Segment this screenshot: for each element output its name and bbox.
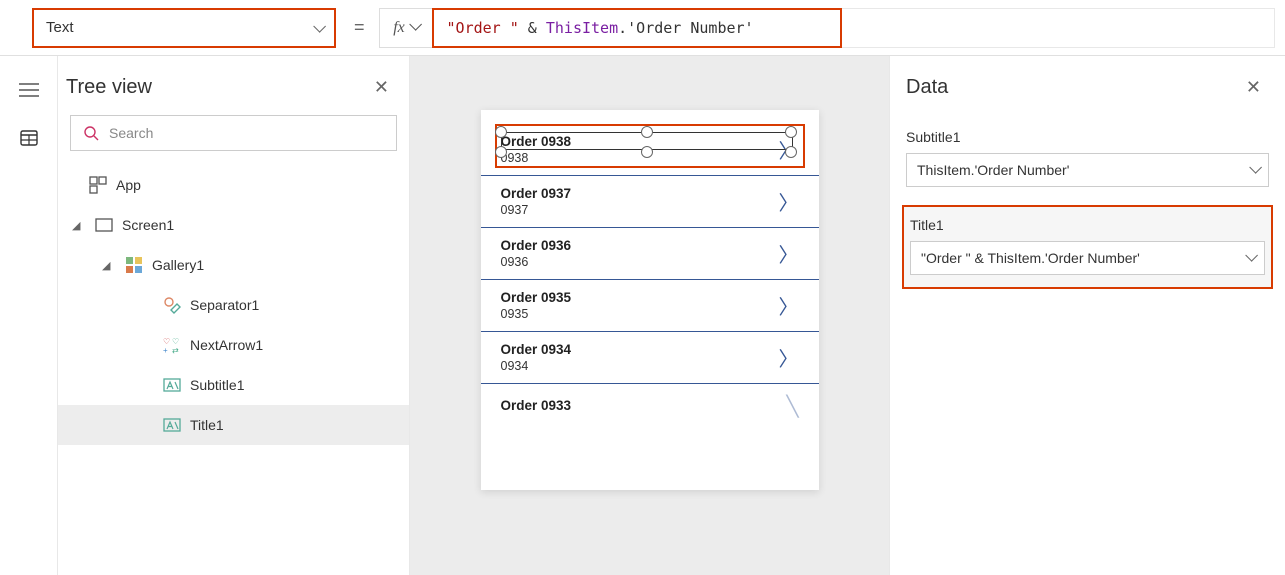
field-dropdown[interactable]: "Order " & ThisItem.'Order Number' bbox=[910, 241, 1265, 275]
property-dropdown-value: Text bbox=[46, 19, 313, 36]
tree-item-label: Gallery1 bbox=[152, 257, 204, 273]
tree-list: App ◢ Screen1 ◢ Gallery1 bbox=[58, 165, 409, 575]
tree-item-app[interactable]: App bbox=[58, 165, 409, 205]
data-panel: Data ✕ Subtitle1 ThisItem.'Order Number'… bbox=[889, 56, 1285, 575]
chevron-down-icon bbox=[313, 20, 322, 36]
chevron-down-icon bbox=[409, 22, 418, 34]
row-title: Order 0937 bbox=[501, 186, 771, 201]
close-icon[interactable]: ✕ bbox=[374, 77, 389, 98]
chevron-right-icon[interactable]: ╲ bbox=[786, 394, 798, 419]
tree-view-rail-button[interactable] bbox=[0, 128, 43, 148]
tree-item-label: Title1 bbox=[190, 417, 224, 433]
data-field-title: Title1 "Order " & ThisItem.'Order Number… bbox=[902, 205, 1273, 289]
row-subtitle: 0935 bbox=[501, 307, 771, 321]
tree-item-separator[interactable]: Separator1 bbox=[58, 285, 409, 325]
search-icon bbox=[83, 125, 99, 141]
chevron-down-icon: ◢ bbox=[102, 259, 116, 272]
hamburger-icon[interactable] bbox=[15, 80, 43, 100]
field-label: Title1 bbox=[910, 217, 1265, 233]
chevron-right-icon[interactable]: 〉 bbox=[779, 239, 799, 268]
row-subtitle: 0936 bbox=[501, 255, 771, 269]
formula-text: "Order " & ThisItem.'Order Number' bbox=[447, 19, 754, 37]
fx-button[interactable]: fx bbox=[379, 8, 433, 48]
data-field-subtitle: Subtitle1 ThisItem.'Order Number' bbox=[890, 117, 1285, 201]
data-panel-title: Data bbox=[906, 76, 948, 99]
tree-view-header: Tree view ✕ bbox=[58, 56, 409, 115]
gallery-row[interactable]: Order 0935 0935 〉 bbox=[481, 280, 819, 332]
row-title: Order 0933 bbox=[501, 398, 779, 413]
resize-handle[interactable] bbox=[641, 126, 653, 138]
svg-text:+: + bbox=[163, 346, 168, 354]
app-icon bbox=[88, 175, 108, 195]
tree-view-panel: Tree view ✕ Search App ◢ Screen1 bbox=[58, 56, 410, 575]
fx-label: fx bbox=[393, 19, 405, 37]
label-icon bbox=[162, 375, 182, 395]
chevron-down-icon: ◢ bbox=[72, 219, 86, 232]
resize-handle[interactable] bbox=[495, 146, 507, 158]
property-dropdown[interactable]: Text bbox=[32, 8, 336, 48]
left-rail bbox=[0, 56, 58, 575]
resize-handle[interactable] bbox=[785, 126, 797, 138]
svg-text:⇄: ⇄ bbox=[172, 346, 179, 354]
search-input[interactable]: Search bbox=[70, 115, 397, 151]
tree-item-label: NextArrow1 bbox=[190, 337, 263, 353]
chevron-down-icon bbox=[1249, 163, 1258, 177]
gallery-row[interactable]: Order 0937 0937 〉 bbox=[481, 176, 819, 228]
resize-handle[interactable] bbox=[641, 146, 653, 158]
resize-handle[interactable] bbox=[495, 126, 507, 138]
chevron-right-icon[interactable]: 〉 bbox=[779, 187, 799, 216]
screen-icon bbox=[94, 215, 114, 235]
tree-item-title[interactable]: Title1 bbox=[58, 405, 409, 445]
chevron-down-icon bbox=[1245, 251, 1254, 265]
field-value: "Order " & ThisItem.'Order Number' bbox=[921, 250, 1245, 266]
gallery-icon bbox=[124, 255, 144, 275]
row-title: Order 0936 bbox=[501, 238, 771, 253]
formula-bar: Text = fx "Order " & ThisItem.'Order Num… bbox=[0, 0, 1285, 56]
row-subtitle: 0938 bbox=[501, 151, 771, 165]
tree-item-label: Subtitle1 bbox=[190, 377, 244, 393]
chevron-right-icon[interactable]: 〉 bbox=[779, 291, 799, 320]
tree-item-label: Separator1 bbox=[190, 297, 259, 313]
tree-item-gallery[interactable]: ◢ Gallery1 bbox=[58, 245, 409, 285]
data-panel-header: Data ✕ bbox=[890, 56, 1285, 117]
gallery-row[interactable]: Order 0936 0936 〉 bbox=[481, 228, 819, 280]
row-title: Order 0935 bbox=[501, 290, 771, 305]
tree-view-title: Tree view bbox=[66, 76, 152, 99]
svg-text:♡: ♡ bbox=[163, 337, 170, 346]
tree-item-label: App bbox=[116, 177, 141, 193]
row-subtitle: 0934 bbox=[501, 359, 771, 373]
device-frame: Order 0938 0938 〉 Order 0937 0937 〉 Orde… bbox=[481, 110, 819, 490]
resize-handle[interactable] bbox=[785, 146, 797, 158]
chevron-right-icon[interactable]: 〉 bbox=[779, 343, 799, 372]
gallery-row[interactable]: Order 0934 0934 〉 bbox=[481, 332, 819, 384]
row-subtitle: 0937 bbox=[501, 203, 771, 217]
close-icon[interactable]: ✕ bbox=[1246, 77, 1261, 98]
formula-input[interactable]: "Order " & ThisItem.'Order Number' bbox=[432, 8, 1275, 48]
tree-item-subtitle[interactable]: Subtitle1 bbox=[58, 365, 409, 405]
equals-sign: = bbox=[354, 17, 365, 38]
gallery-preview: Order 0938 0938 〉 Order 0937 0937 〉 Orde… bbox=[481, 110, 819, 429]
field-dropdown[interactable]: ThisItem.'Order Number' bbox=[906, 153, 1269, 187]
tree-item-label: Screen1 bbox=[122, 217, 174, 233]
canvas-area[interactable]: Order 0938 0938 〉 Order 0937 0937 〉 Orde… bbox=[410, 56, 889, 575]
arrow-icon: ♡♡+⇄ bbox=[162, 335, 182, 355]
main-layout: Tree view ✕ Search App ◢ Screen1 bbox=[0, 56, 1285, 575]
tree-item-screen[interactable]: ◢ Screen1 bbox=[58, 205, 409, 245]
separator-icon bbox=[162, 295, 182, 315]
row-title: Order 0934 bbox=[501, 342, 771, 357]
search-placeholder: Search bbox=[109, 125, 153, 141]
gallery-row[interactable]: Order 0933 ╲ bbox=[481, 384, 819, 429]
svg-text:♡: ♡ bbox=[172, 337, 179, 346]
field-label: Subtitle1 bbox=[906, 129, 1269, 145]
label-icon bbox=[162, 415, 182, 435]
tree-item-nextarrow[interactable]: ♡♡+⇄ NextArrow1 bbox=[58, 325, 409, 365]
field-value: ThisItem.'Order Number' bbox=[917, 162, 1249, 178]
